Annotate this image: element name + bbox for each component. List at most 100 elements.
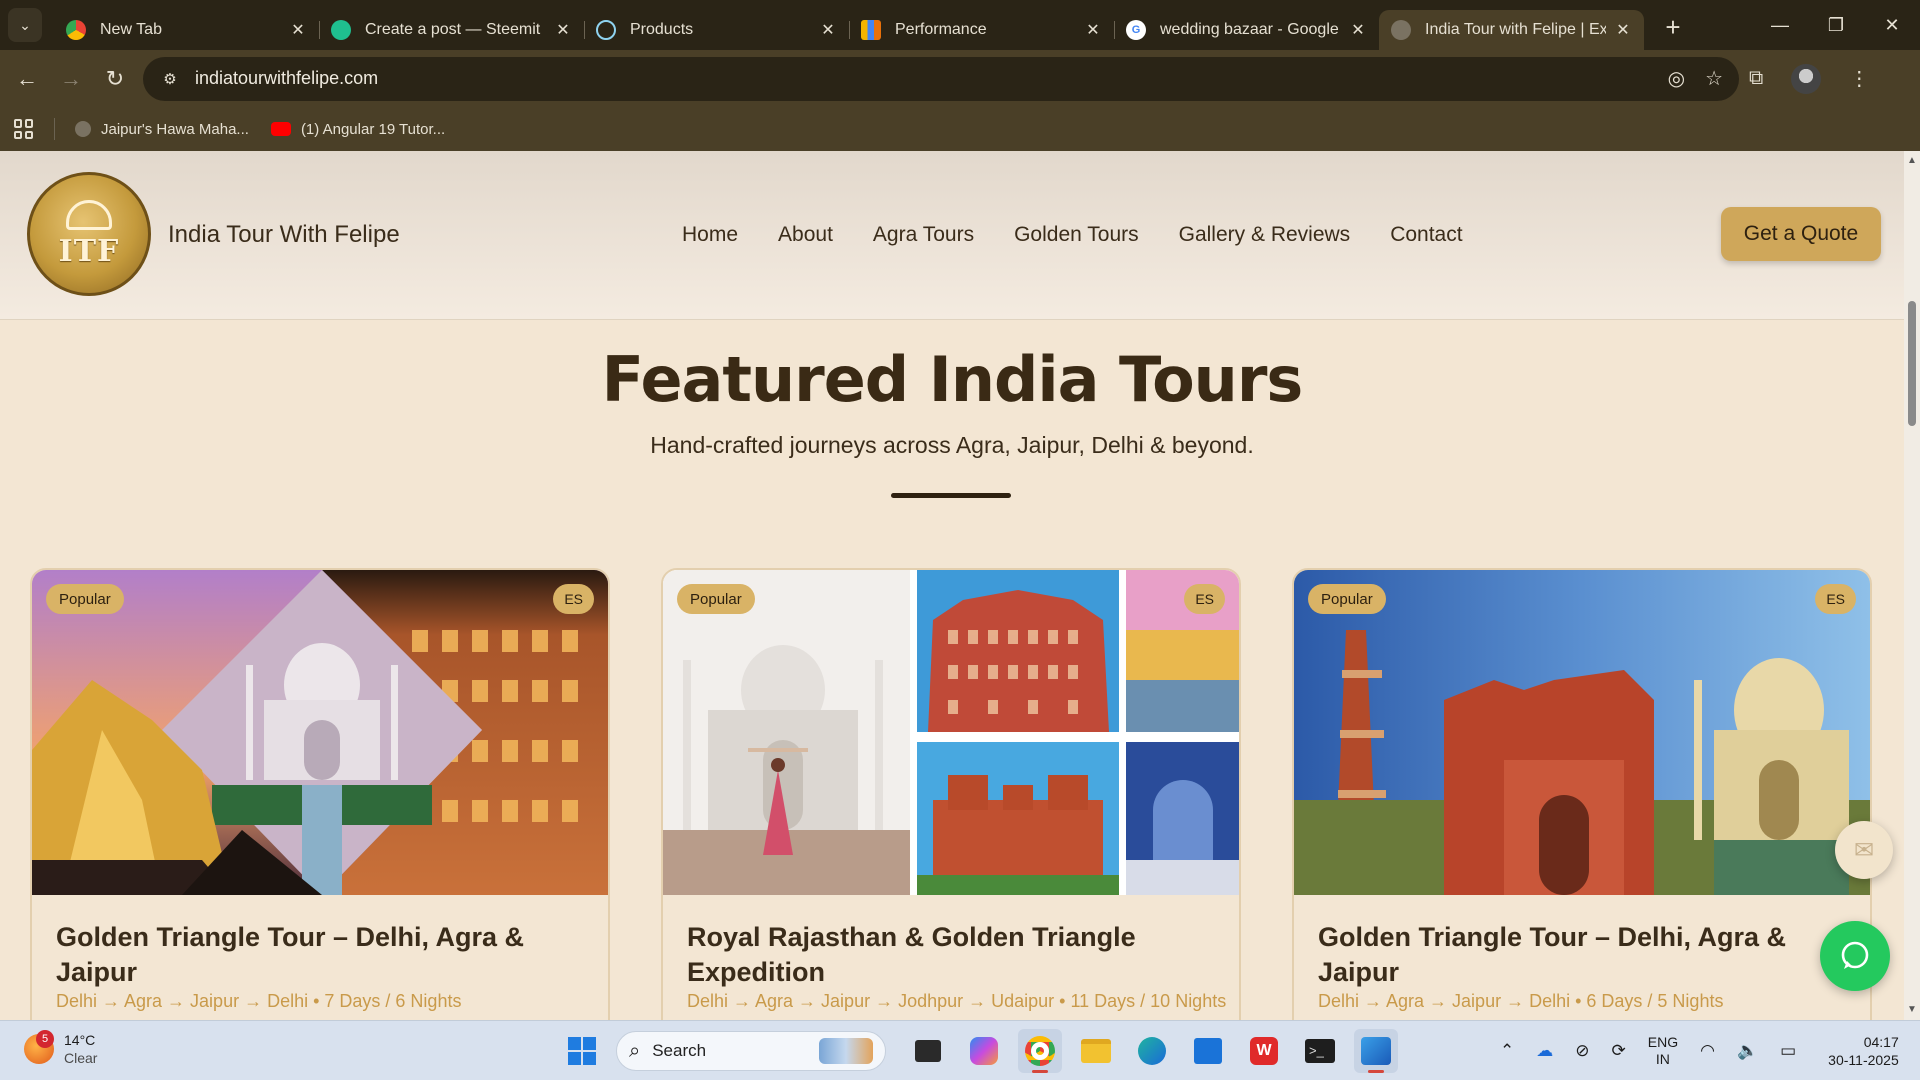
eye-off-icon[interactable]: ◎	[1668, 66, 1685, 91]
close-icon[interactable]: ✕	[1349, 20, 1367, 40]
nav-home[interactable]: Home	[682, 223, 738, 247]
close-icon[interactable]: ✕	[819, 20, 837, 40]
email-fab-button[interactable]: ✉	[1835, 821, 1893, 879]
browser-toolbar: ← → ↻ ⚙ indiatourwithfelipe.com ◎ ☆ ⧉ ⋮	[0, 50, 1920, 107]
back-button[interactable]: ←	[5, 57, 49, 101]
wps-office-icon[interactable]: W	[1242, 1029, 1286, 1073]
scroll-up-icon[interactable]: ▲	[1907, 156, 1917, 166]
chrome-taskbar-icon[interactable]	[1018, 1029, 1062, 1073]
brand-name[interactable]: India Tour With Felipe	[168, 221, 400, 249]
close-icon[interactable]: ✕	[1084, 20, 1102, 40]
language-badge: ES	[1815, 584, 1856, 614]
nav-agra-tours[interactable]: Agra Tours	[873, 223, 974, 247]
popular-badge: Popular	[1308, 584, 1386, 614]
site-logo[interactable]: ITF	[27, 172, 151, 296]
minimize-icon[interactable]: —	[1752, 0, 1808, 50]
globe-icon	[1391, 20, 1411, 40]
bookmark-star-icon[interactable]: ☆	[1705, 66, 1723, 91]
tab-performance[interactable]: Performance ✕	[849, 10, 1114, 50]
divider	[54, 118, 55, 140]
apps-grid-icon[interactable]	[14, 119, 34, 139]
file-explorer-icon[interactable]	[1074, 1029, 1118, 1073]
restore-icon[interactable]: ❐	[1808, 0, 1864, 50]
tab-search-button[interactable]: ⌄	[8, 8, 42, 42]
get-quote-button[interactable]: Get a Quote	[1721, 207, 1881, 261]
edge-icon[interactable]	[1130, 1029, 1174, 1073]
tour-title[interactable]: Golden Triangle Tour – Delhi, Agra & Jai…	[1318, 920, 1838, 990]
more-menu-icon[interactable]: ⋮	[1849, 66, 1869, 91]
reload-button[interactable]: ↻	[93, 57, 137, 101]
whatsapp-chat-button[interactable]	[1820, 921, 1890, 991]
photos-app-icon[interactable]	[1354, 1029, 1398, 1073]
tab-new-tab[interactable]: New Tab ✕	[54, 10, 319, 50]
cloud-off-icon[interactable]: ⊘	[1575, 1041, 1589, 1061]
tour-image[interactable]	[1294, 570, 1870, 895]
nav-gallery-reviews[interactable]: Gallery & Reviews	[1179, 223, 1351, 247]
bookmark-angular-tutorial[interactable]: (1) Angular 19 Tutor...	[270, 121, 445, 138]
google-icon: G	[1126, 20, 1146, 40]
nav-about[interactable]: About	[778, 223, 833, 247]
tour-card[interactable]: Popular ES Royal Rajasthan & Golden Tria…	[661, 568, 1241, 1020]
tour-photo-collage	[1294, 570, 1870, 895]
tour-image[interactable]	[32, 570, 608, 895]
tour-route: Delhi → Agra → Jaipur → Jodhpur → Udaipu…	[687, 991, 1227, 1011]
nav-contact[interactable]: Contact	[1390, 223, 1462, 247]
chevron-up-icon[interactable]: ⌃	[1500, 1041, 1514, 1061]
search-label: Search	[652, 1041, 707, 1060]
sync-icon[interactable]: ⟳	[1612, 1041, 1626, 1061]
clock[interactable]: 04:17 30-11-2025	[1828, 1033, 1899, 1069]
tab-title: Create a post — Steemit	[365, 21, 541, 38]
scroll-down-icon[interactable]: ▼	[1907, 1005, 1917, 1015]
weather-widget[interactable]: 5 14°C Clear	[24, 1030, 97, 1067]
extensions-icon[interactable]: ⧉	[1749, 67, 1763, 90]
task-view-icon[interactable]	[906, 1029, 950, 1073]
tour-card[interactable]: Popular ES Golden Triangle Tour – Delhi,…	[1292, 568, 1872, 1020]
close-icon[interactable]: ✕	[554, 20, 572, 40]
site-info-icon[interactable]: ⚙	[159, 68, 181, 90]
wifi-icon[interactable]: ◠	[1700, 1041, 1715, 1061]
tour-photo-collage	[663, 570, 1239, 895]
taskbar-search[interactable]: ⌕ Search	[616, 1031, 886, 1071]
popular-badge: Popular	[677, 584, 755, 614]
tour-card[interactable]: Popular ES Golden Triangle Tour – Delhi,…	[30, 568, 610, 1020]
scrollbar-thumb[interactable]	[1908, 301, 1916, 426]
bookmarks-bar: Jaipur's Hawa Maha... (1) Angular 19 Tut…	[0, 107, 1920, 151]
tour-route: Delhi → Agra → Jaipur → Delhi • 7 Days /…	[56, 991, 462, 1011]
copilot-icon[interactable]	[962, 1029, 1006, 1073]
microsoft-store-icon[interactable]	[1186, 1029, 1230, 1073]
youtube-icon	[270, 122, 291, 136]
bookmark-hawa-mahal[interactable]: Jaipur's Hawa Maha...	[75, 121, 249, 138]
windows-start-icon[interactable]	[560, 1029, 604, 1073]
tour-image[interactable]	[663, 570, 1239, 895]
tab-steemit[interactable]: Create a post — Steemit ✕	[319, 10, 584, 50]
page-scrollbar[interactable]: ▲ ▼	[1904, 151, 1920, 1020]
close-icon[interactable]: ✕	[289, 20, 307, 40]
main-navigation: Home About Agra Tours Golden Tours Galle…	[682, 223, 1463, 247]
new-tab-button[interactable]: +	[1658, 12, 1688, 43]
close-icon[interactable]: ✕	[1614, 20, 1632, 40]
tab-india-tour[interactable]: India Tour with Felipe | Exp ✕	[1379, 10, 1644, 50]
search-icon: ⌕	[629, 1039, 641, 1062]
profile-avatar[interactable]	[1791, 63, 1822, 94]
language-indicator[interactable]: ENG IN	[1648, 1034, 1678, 1068]
volume-icon[interactable]: 🔈	[1737, 1041, 1758, 1061]
address-bar[interactable]: ⚙ indiatourwithfelipe.com ◎ ☆	[143, 56, 1739, 101]
tour-title[interactable]: Royal Rajasthan & Golden Triangle Expedi…	[687, 920, 1207, 990]
terminal-icon[interactable]: >_	[1298, 1029, 1342, 1073]
tour-title[interactable]: Golden Triangle Tour – Delhi, Agra & Jai…	[56, 920, 576, 990]
nav-golden-tours[interactable]: Golden Tours	[1014, 223, 1139, 247]
url-text[interactable]: indiatourwithfelipe.com	[195, 68, 1668, 89]
close-window-icon[interactable]: ✕	[1864, 0, 1920, 50]
forward-button[interactable]: →	[49, 57, 93, 101]
language-badge: ES	[1184, 584, 1225, 614]
tour-photo-collage	[32, 570, 608, 895]
weather-temp: 14°C	[64, 1032, 96, 1048]
onedrive-icon[interactable]: ☁	[1536, 1041, 1553, 1061]
battery-icon[interactable]: ▭	[1780, 1041, 1796, 1061]
mail-icon: ✉	[1853, 836, 1875, 864]
window-controls: — ❐ ✕	[1752, 0, 1920, 50]
popular-badge: Popular	[46, 584, 124, 614]
tab-google-search[interactable]: G wedding bazaar - Google S ✕	[1114, 10, 1379, 50]
clock-time: 04:17	[1863, 1034, 1899, 1050]
tab-products[interactable]: Products ✕	[584, 10, 849, 50]
